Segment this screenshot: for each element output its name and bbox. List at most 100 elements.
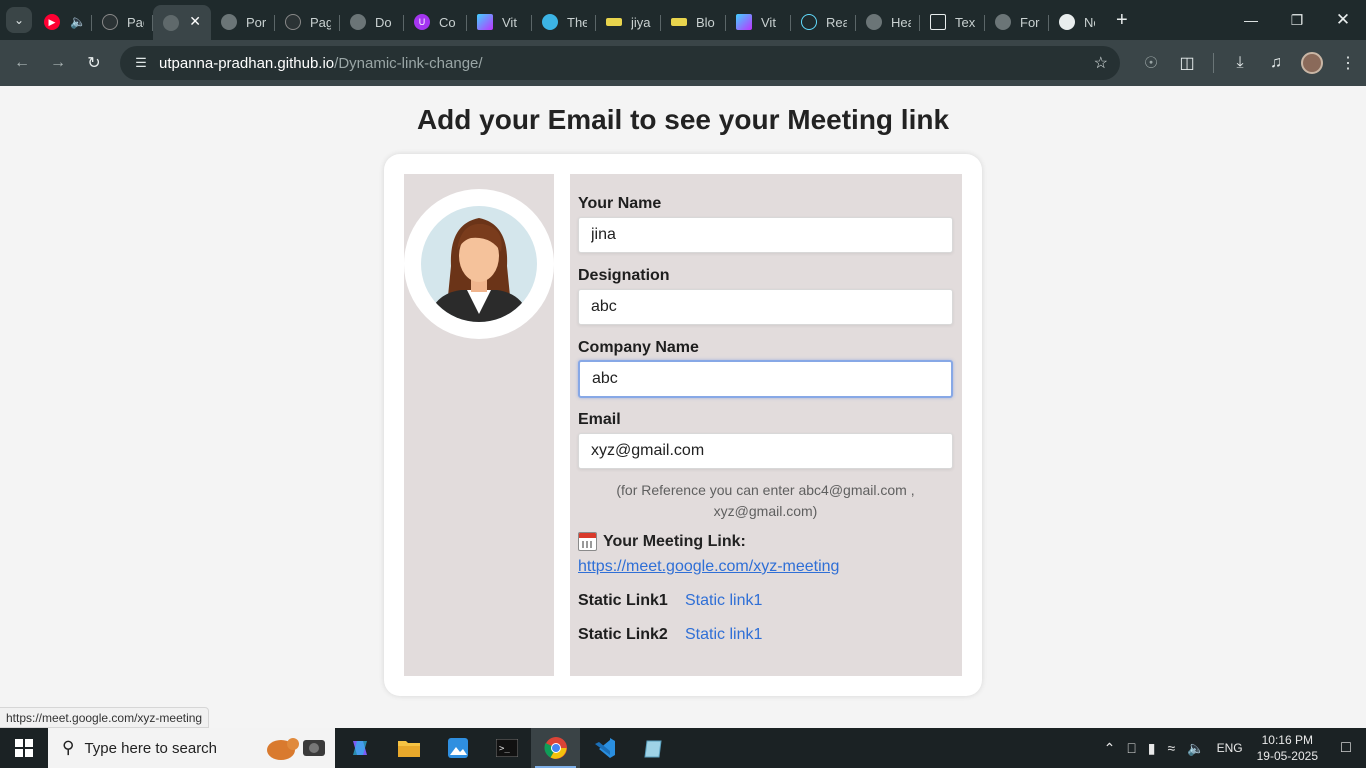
forward-arrow-icon[interactable]: → (40, 45, 76, 81)
tab-item[interactable]: jiya (596, 6, 661, 38)
browser-toolbar: ← → ↻ ☰ utpanna-pradhan.github.io/Dynami… (0, 40, 1366, 86)
form-panel: Your Name Designation Company Name Email… (570, 174, 962, 676)
globe-icon (866, 14, 882, 30)
new-tab-plus-icon[interactable]: + (1116, 9, 1128, 32)
file-explorer-icon[interactable] (384, 728, 433, 768)
language-indicator[interactable]: ENG (1217, 741, 1243, 755)
email-input[interactable] (578, 433, 953, 469)
tab-search-button[interactable]: ⌄ (6, 7, 32, 33)
tab-item[interactable]: Por (211, 6, 275, 38)
globe-icon (221, 14, 237, 30)
reload-icon[interactable]: ↻ (76, 45, 112, 81)
tab-item[interactable]: Tex (920, 6, 985, 38)
company-input[interactable] (578, 360, 953, 398)
tab-item[interactable]: Rea (791, 6, 856, 38)
speaker-icon: 🔈 (70, 14, 87, 29)
windows-logo-icon (15, 739, 33, 757)
tab-item[interactable]: Nev (1049, 6, 1104, 38)
address-bar[interactable]: ☰ utpanna-pradhan.github.io/Dynamic-link… (120, 46, 1120, 80)
system-tray: ⌃ ⎕ ▮ ≈ 🔈 ENG 10:16 PM 19-05-2025 □ (1098, 728, 1366, 768)
compass-icon[interactable]: ☉ (1133, 45, 1169, 81)
link-status-bar: https://meet.google.com/xyz-meeting (0, 707, 210, 728)
url-text[interactable]: utpanna-pradhan.github.io/Dynamic-link-c… (159, 55, 483, 72)
clock-time: 10:16 PM (1261, 733, 1313, 747)
static-link-label: Static Link2 (578, 626, 668, 643)
clock[interactable]: 10:16 PM 19-05-2025 (1257, 732, 1318, 764)
tab-audio[interactable]: 🔈 (62, 6, 92, 38)
tab-item[interactable]: The (532, 6, 596, 38)
avatar (404, 189, 554, 339)
vscode-app-icon[interactable] (580, 728, 629, 768)
close-tab-icon[interactable]: ✕ (189, 13, 201, 30)
close-window-button[interactable]: ✕ (1320, 0, 1366, 40)
github-icon (102, 14, 118, 30)
name-input[interactable] (578, 217, 953, 253)
volume-icon[interactable]: 🔈 (1187, 740, 1204, 757)
tab-active[interactable]: ✕ (153, 5, 211, 41)
avatar-panel (404, 174, 554, 676)
windows-taskbar: ⚲ Type here to search >_ ⌃ ⎕ ▮ ≈ 🔈 ENG 1… (0, 728, 1366, 768)
tab-youtube-music[interactable]: ▶ (32, 6, 62, 38)
cloud-icon (542, 14, 558, 30)
terminal-app-icon[interactable]: >_ (482, 728, 531, 768)
tab-item[interactable]: Hea (856, 6, 920, 38)
restore-button[interactable]: ❐ (1274, 0, 1320, 40)
meeting-link-label: Your Meeting Link: (603, 532, 746, 550)
chevron-up-icon[interactable]: ⌃ (1104, 740, 1116, 757)
chevron-down-icon: ⌄ (13, 13, 25, 27)
github-icon (285, 14, 301, 30)
static-link[interactable]: Static link1 (685, 592, 762, 610)
svg-text:>_: >_ (499, 744, 510, 754)
photos-app-icon[interactable] (433, 728, 482, 768)
meeting-link[interactable]: https://meet.google.com/xyz-meeting (578, 558, 839, 576)
search-placeholder: Type here to search (84, 739, 218, 757)
site-info-icon[interactable]: ☰ (126, 55, 156, 71)
minimize-button[interactable]: — (1228, 0, 1274, 40)
app-icon[interactable] (629, 728, 678, 768)
search-icon: ⚲ (62, 738, 75, 757)
name-label: Your Name (578, 195, 662, 212)
static-link-label: Static Link1 (578, 592, 668, 609)
bookmark-star-icon[interactable]: ☆ (1094, 53, 1108, 73)
tab-item[interactable]: For (985, 6, 1049, 38)
copilot-app-icon[interactable] (335, 728, 384, 768)
media-controls-icon[interactable]: ♫ (1258, 45, 1294, 81)
meeting-link-heading: Your Meeting Link: (578, 532, 746, 551)
profile-card: Your Name Designation Company Name Email… (384, 154, 982, 696)
browser-tab-strip: ⌄ ▶ 🔈 Pag ✕ Por Pag Do UCo Vit The jiya … (0, 0, 1366, 41)
notification-icon[interactable]: □ (1326, 728, 1366, 768)
start-button[interactable] (0, 728, 48, 768)
battery-icon[interactable]: ▮ (1148, 740, 1156, 757)
wifi-icon[interactable]: ≈ (1167, 740, 1175, 756)
back-arrow-icon[interactable]: ← (4, 45, 40, 81)
tab-item[interactable]: Pag (92, 6, 153, 38)
globe-icon (163, 15, 179, 31)
squirrel-illustration-icon (267, 738, 325, 760)
chrome-icon (1059, 14, 1075, 30)
label-icon (671, 18, 687, 26)
taskbar-search[interactable]: ⚲ Type here to search (48, 728, 335, 768)
chrome-app-icon[interactable] (531, 728, 580, 768)
download-icon[interactable]: ⤓ (1222, 45, 1258, 81)
more-menu-icon[interactable]: ⋮ (1330, 45, 1366, 81)
static-link[interactable]: Static link1 (685, 626, 762, 644)
page-title: Add your Email to see your Meeting link (416, 104, 950, 135)
profile-avatar[interactable] (1294, 45, 1330, 81)
email-label: Email (578, 411, 621, 428)
toolbar-actions: ☉ ◫ ⤓ ♫ ⋮ (1133, 45, 1366, 81)
url-path: /Dynamic-link-change/ (334, 54, 483, 72)
tab-item[interactable]: Blo (661, 6, 726, 38)
document-icon (930, 14, 946, 30)
meet-now-icon[interactable]: ⎕ (1127, 740, 1135, 757)
globe-icon (995, 14, 1011, 30)
tab-item[interactable]: Do (340, 6, 404, 38)
tab-item[interactable]: Vit (467, 6, 532, 38)
udemy-icon: U (414, 14, 430, 30)
tab-item[interactable]: Vit (726, 6, 791, 38)
woman-avatar-icon (421, 206, 537, 322)
tab-item[interactable]: U Co (404, 6, 467, 38)
globe-icon (350, 14, 366, 30)
designation-input[interactable] (578, 289, 953, 325)
tab-item[interactable]: Pag (275, 6, 340, 38)
extensions-puzzle-icon[interactable]: ◫ (1169, 45, 1205, 81)
